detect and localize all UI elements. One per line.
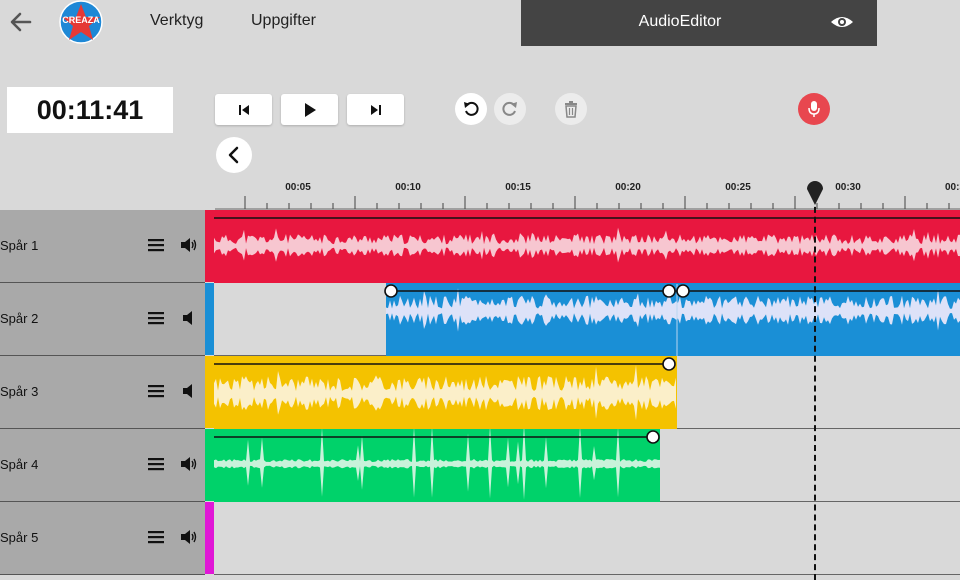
clip-handle[interactable] [662, 284, 676, 298]
clip-handle[interactable] [646, 430, 660, 444]
clip-handle[interactable] [384, 284, 398, 298]
envelope-overlay [214, 217, 960, 444]
clip-handle[interactable] [676, 284, 690, 298]
playhead-line [814, 187, 816, 580]
clip-handle[interactable] [662, 357, 676, 371]
playhead-marker-icon[interactable] [805, 176, 825, 206]
